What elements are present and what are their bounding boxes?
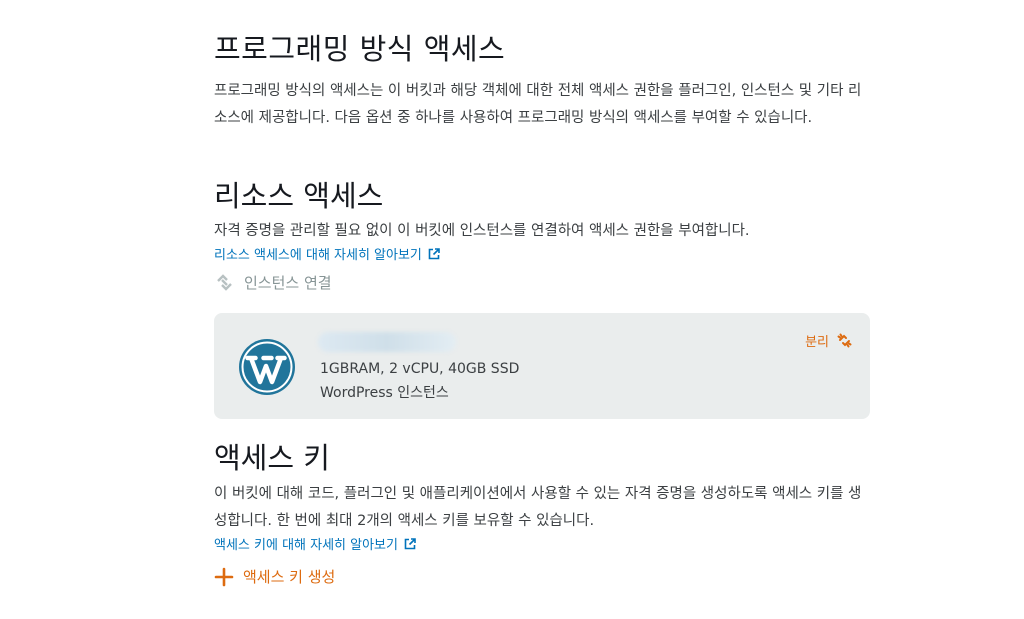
attached-instance-card: 1GBRAM, 2 vCPU, 40GB SSD WordPress 인스턴스 … xyxy=(214,313,870,419)
wordpress-logo-icon xyxy=(239,339,295,395)
attach-instance-label: 인스턴스 연결 xyxy=(244,274,332,292)
resource-access-learn-more-label: 리소스 액세스에 대해 자세히 알아보기 xyxy=(214,248,422,263)
resource-access-description: 자격 증명을 관리할 필요 없이 이 버킷에 인스턴스를 연결하여 액세스 권한… xyxy=(214,223,750,239)
attach-instance-button[interactable]: 인스턴스 연결 xyxy=(214,272,332,293)
resource-access-learn-more-link[interactable]: 리소스 액세스에 대해 자세히 알아보기 xyxy=(214,244,440,263)
access-keys-learn-more-label: 액세스 키에 대해 자세히 알아보기 xyxy=(214,538,398,553)
access-keys-description: 이 버킷에 대해 코드, 플러그인 및 애플리케이션에서 사용할 수 있는 자격… xyxy=(214,486,862,529)
detach-button[interactable]: 분리 xyxy=(805,331,852,350)
external-link-icon xyxy=(428,247,440,259)
attach-link-icon xyxy=(217,274,232,291)
external-link-icon xyxy=(404,537,416,549)
create-access-key-label: 액세스 키 생성 xyxy=(243,568,336,586)
programmatic-access-description: 프로그래밍 방식의 액세스는 이 버킷과 해당 객체에 대한 전체 액세스 권한… xyxy=(214,83,862,126)
programmatic-access-title: 프로그래밍 방식 액세스 xyxy=(214,32,506,66)
detach-label: 분리 xyxy=(805,335,829,350)
plus-icon xyxy=(214,567,234,586)
access-keys-learn-more-link[interactable]: 액세스 키에 대해 자세히 알아보기 xyxy=(214,534,416,553)
access-keys-title: 액세스 키 xyxy=(214,441,330,475)
resource-access-title: 리소스 액세스 xyxy=(214,179,384,213)
broken-link-icon xyxy=(837,333,852,348)
instance-type: WordPress 인스턴스 xyxy=(320,385,449,401)
instance-name-redacted xyxy=(318,332,456,352)
instance-spec: 1GBRAM, 2 vCPU, 40GB SSD xyxy=(320,361,520,377)
create-access-key-button[interactable]: 액세스 키 생성 xyxy=(214,566,335,587)
